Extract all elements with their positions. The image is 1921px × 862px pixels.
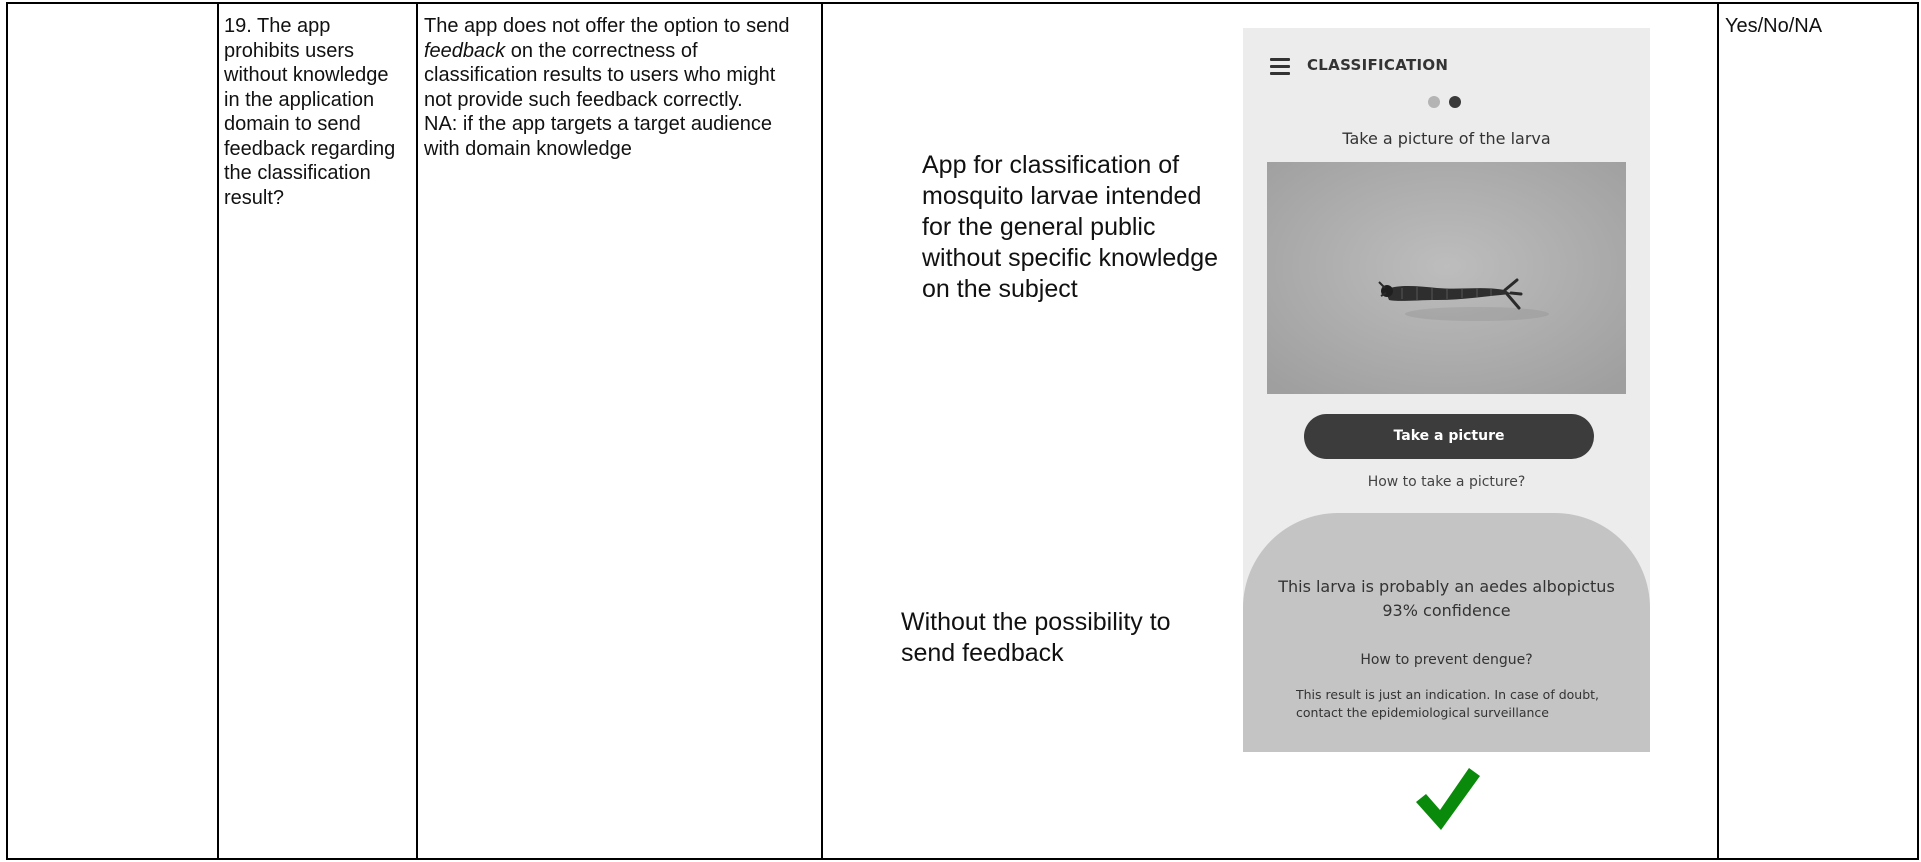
empty-cell: [8, 4, 217, 858]
column-divider: [1717, 4, 1719, 858]
description-line2: on the correctness of: [505, 39, 698, 62]
take-picture-button[interactable]: Take a picture: [1304, 414, 1594, 459]
hamburger-menu-icon[interactable]: [1270, 58, 1290, 76]
step-dot-1[interactable]: [1428, 96, 1440, 108]
column-divider: [217, 4, 219, 858]
step-dot-2-active[interactable]: [1449, 96, 1461, 108]
example-annotation-feedback: Without the possibility to send feedback: [901, 608, 1171, 667]
criterion-question: 19. The app prohibits users without know…: [224, 15, 396, 209]
criterion-description: The app does not offer the option to sen…: [424, 14, 819, 161]
prevent-dengue-link[interactable]: How to prevent dengue?: [1243, 650, 1650, 670]
example-annotation-app: App for classification of mosquito larva…: [922, 151, 1218, 303]
column-divider: [416, 4, 418, 858]
result-disclaimer: This result is just an indication. In ca…: [1296, 687, 1600, 720]
description-line1: The app does not offer the option to sen…: [424, 15, 790, 37]
result-confidence: 93% confidence: [1382, 601, 1511, 620]
answer-options: Yes/No/NA: [1725, 15, 1823, 37]
app-screenshot-mockup: CLASSIFICATION Take a picture of the lar…: [1243, 28, 1650, 752]
app-title: CLASSIFICATION: [1307, 56, 1449, 74]
result-species: This larva is probably an aedes albopict…: [1278, 577, 1615, 596]
green-checkmark-icon: [1416, 768, 1480, 830]
feedback-term: feedback: [424, 39, 506, 62]
larva-photo: [1267, 162, 1626, 394]
larva-image-icon: [1267, 162, 1626, 394]
step-label: Take a picture of the larva: [1342, 129, 1551, 148]
how-to-take-picture-link[interactable]: How to take a picture?: [1243, 474, 1650, 490]
column-divider: [821, 4, 823, 858]
description-rest: classification results to users who migh…: [424, 64, 776, 160]
